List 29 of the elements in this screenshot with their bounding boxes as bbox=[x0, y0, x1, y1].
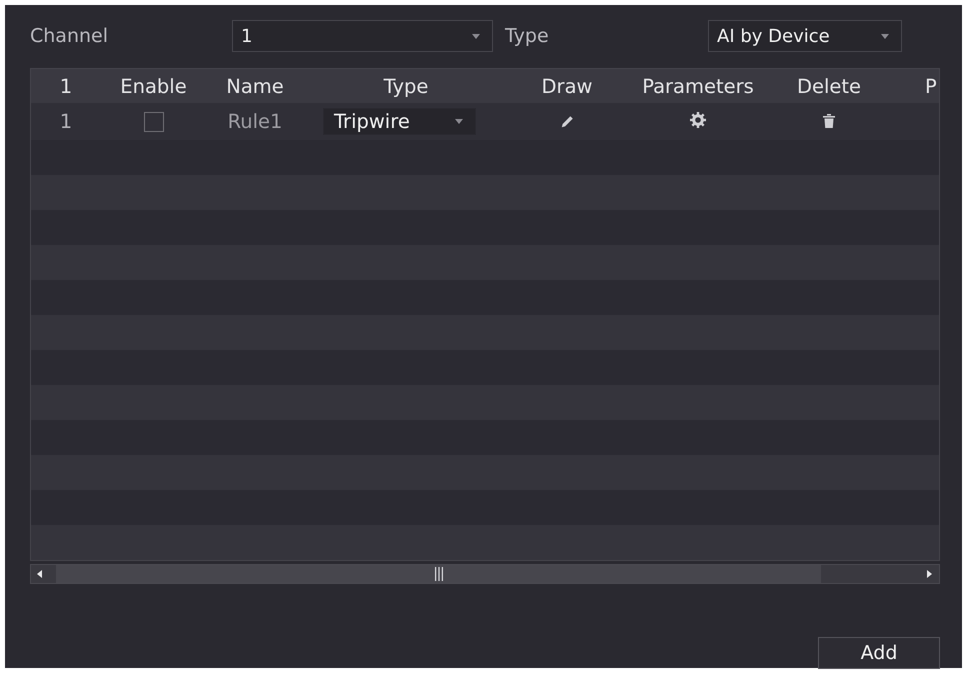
table-row[interactable]: 1 Rule1 Tripwire bbox=[31, 103, 939, 140]
column-header: Name bbox=[226, 74, 284, 98]
column-header: P bbox=[925, 74, 937, 98]
column-header: Parameters bbox=[642, 74, 754, 98]
table-cell: 1 bbox=[60, 110, 72, 133]
type-select[interactable]: AI by Device bbox=[708, 20, 902, 52]
pencil-icon[interactable] bbox=[560, 115, 574, 128]
channel-select[interactable]: 1 bbox=[232, 20, 493, 52]
left-arrow-icon[interactable] bbox=[37, 570, 42, 578]
trash-icon[interactable] bbox=[823, 114, 835, 128]
column-header: Draw bbox=[542, 74, 592, 98]
gear-icon[interactable] bbox=[690, 112, 706, 128]
caret-icon bbox=[881, 34, 889, 38]
scrollbar-thumb[interactable] bbox=[56, 565, 821, 583]
rule-type-select[interactable]: Tripwire bbox=[323, 108, 476, 135]
field-label: Channel bbox=[30, 25, 110, 47]
table-cell: Rule1 bbox=[228, 110, 282, 133]
column-header: Enable bbox=[120, 74, 187, 98]
column-header: Delete bbox=[796, 74, 862, 98]
column-header: Type bbox=[384, 74, 428, 98]
right-arrow-icon[interactable] bbox=[927, 570, 932, 578]
add-button[interactable]: Add bbox=[818, 637, 940, 669]
column-header: 1 bbox=[60, 74, 72, 98]
field-label: Type bbox=[505, 25, 550, 47]
checkbox[interactable] bbox=[144, 112, 164, 132]
caret-icon bbox=[472, 34, 480, 38]
horizontal-scrollbar[interactable] bbox=[30, 564, 940, 584]
grip-icon bbox=[434, 567, 442, 581]
caret-icon bbox=[455, 119, 463, 124]
